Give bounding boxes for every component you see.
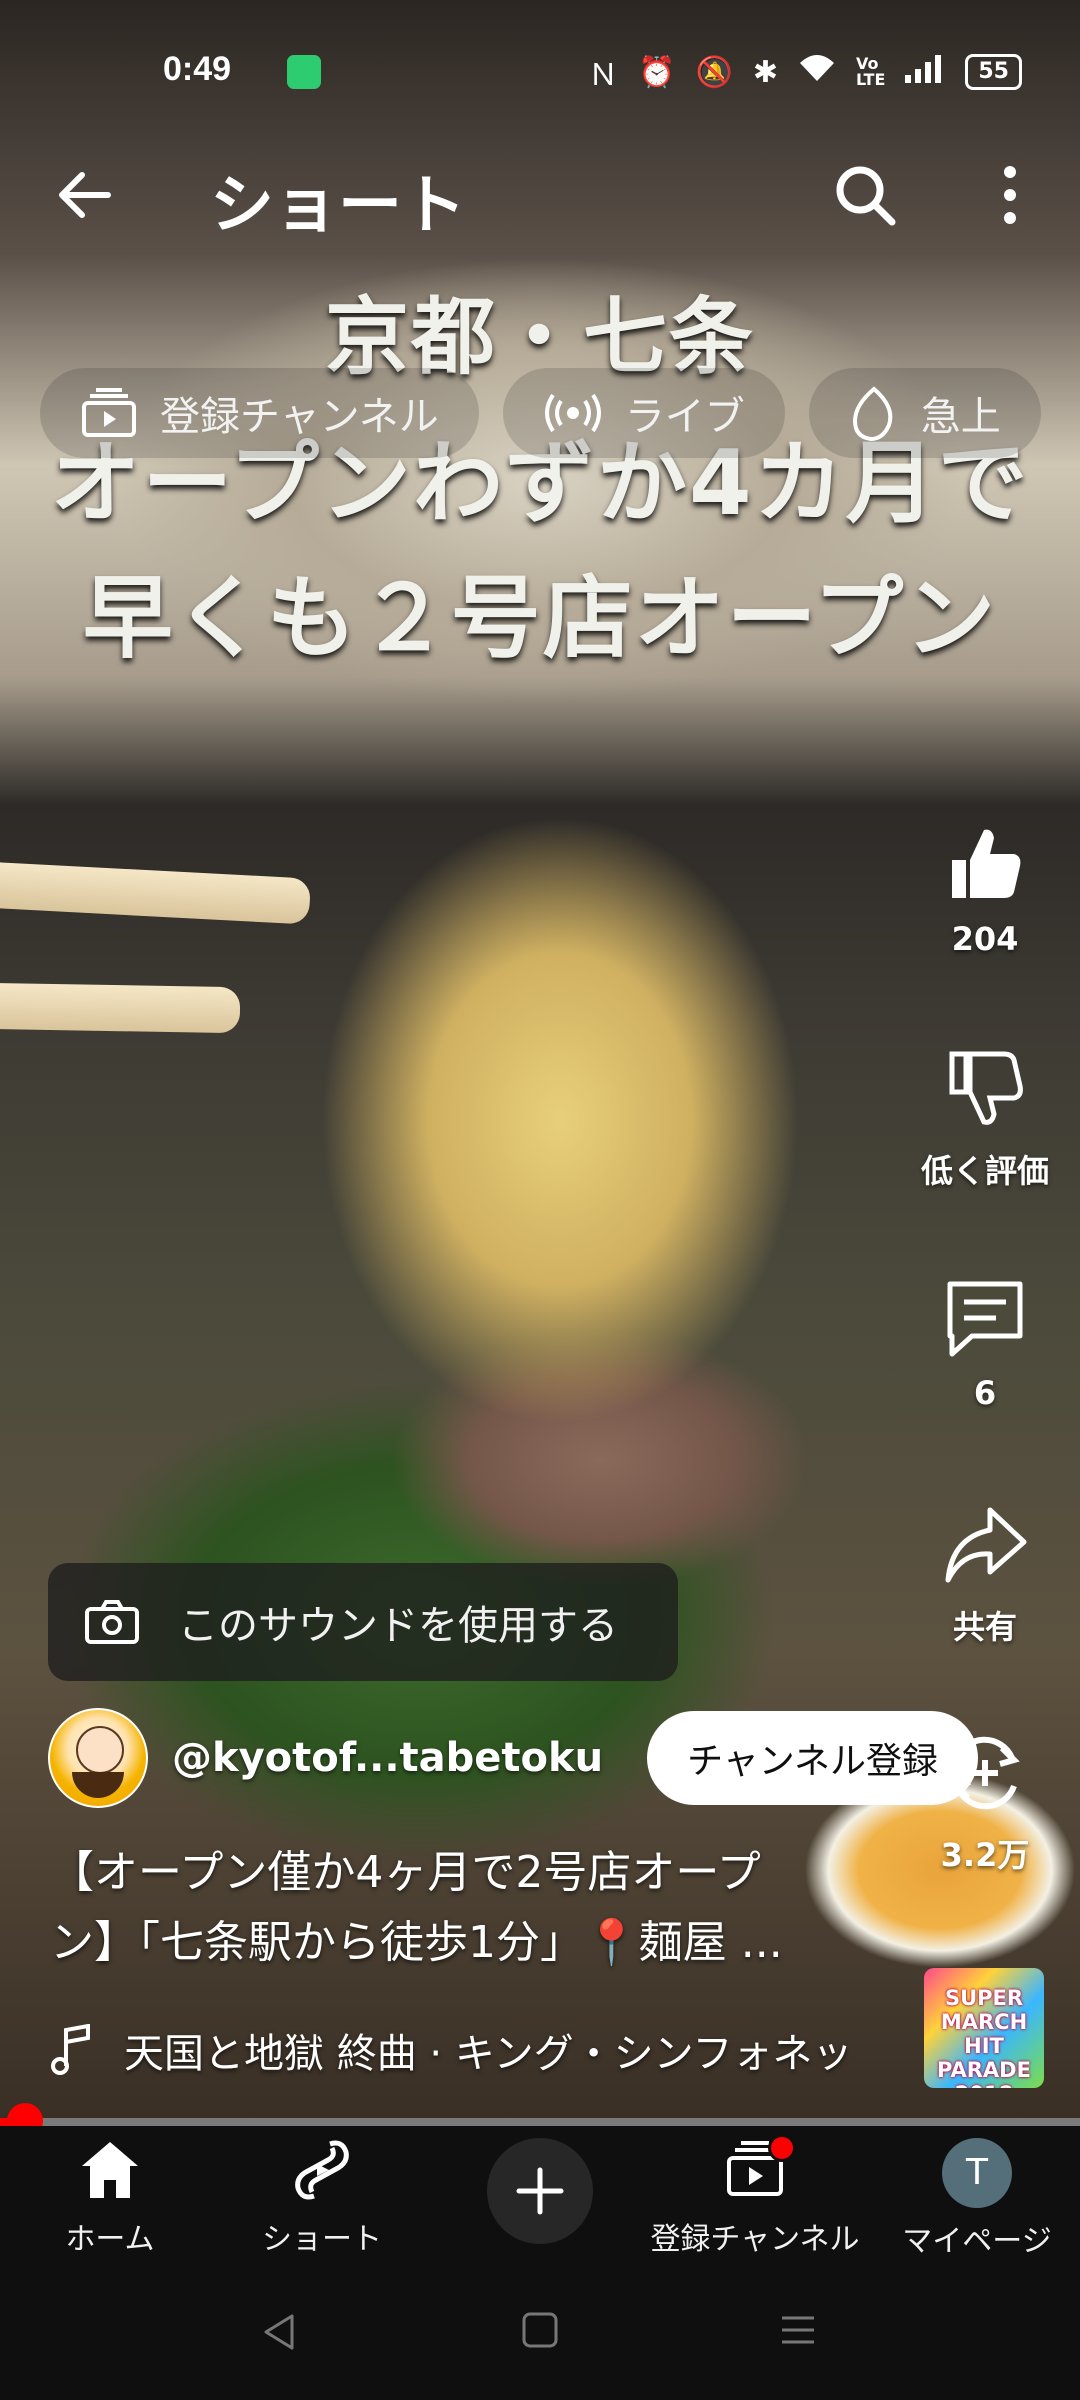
system-recents-icon[interactable] [778,2310,818,2350]
camera-icon [85,1600,139,1644]
chip-subscriptions[interactable]: 登録チャンネル [40,368,479,458]
volte-icon: Vo LTE [855,54,886,89]
comment-icon [947,1281,1023,1357]
more-options-button[interactable] [990,160,1030,230]
share-button[interactable]: 共有 [920,1502,1050,1648]
page-title: ショート [210,169,466,243]
nav-label: 登録チャンネル [650,2222,860,2257]
signal-icon [905,53,945,91]
chopstick-graphic [0,861,311,925]
comments-button[interactable]: 6 [920,1274,1050,1412]
use-sound-button[interactable]: このサウンドを使用する [48,1563,678,1681]
thumb-up-icon [952,829,1021,898]
nav-label: ホーム [65,2222,155,2257]
video-overlay-line3: 早くも２号店オープン [82,566,998,671]
mute-icon: 🔕 [695,54,733,90]
nfc-icon: Ｎ [588,58,619,93]
video-title-line2: ン】「七条駅から徒歩1分」📍麺屋 ... [50,1917,783,1968]
progress-bar[interactable] [0,2118,1080,2126]
thumb-down-icon [949,1051,1023,1125]
trending-icon [852,386,893,441]
music-row[interactable]: 天国と地獄 終曲 · キング・シンフォネッ [50,2015,930,2085]
battery-icon: 55 [965,54,1022,90]
nav-shorts[interactable]: ショート [252,2138,392,2258]
wifi-icon [798,53,836,91]
dislike-button[interactable]: 低く評価 [920,1046,1050,1192]
back-button[interactable] [50,160,120,230]
like-count: 204 [951,920,1019,958]
subscribe-button[interactable]: チャンネル登録 [647,1711,979,1805]
channel-row: @kyotof...tabetoku チャンネル登録 [48,1708,1048,1808]
shorts-icon [295,2140,349,2200]
album-art-text: SUPER MARCH HIT PARADE 2018 [937,1986,1031,2088]
nav-home[interactable]: ホーム [40,2138,180,2258]
avatar-icon: T [942,2138,1012,2208]
chip-live[interactable]: ライブ [502,368,785,458]
chopstick-graphic [0,982,241,1034]
avatar-bowl-graphic [72,1772,124,1798]
comment-count: 6 [973,1374,997,1412]
video-title-line1: 【オープン僅か4ヶ月で2号店オープ [50,1847,761,1898]
nav-label: ショート [262,2222,382,2257]
music-note-icon [51,2024,90,2075]
chip-label: ライブ [624,394,745,440]
subscriptions-icon [82,388,136,437]
new-content-dot [768,2134,796,2162]
chip-trending[interactable]: 急上 [808,368,1041,458]
album-art-thumbnail[interactable]: SUPER MARCH HIT PARADE 2018 [924,1968,1044,2088]
search-button[interactable] [830,160,900,230]
system-back-icon[interactable] [258,2310,302,2354]
live-icon [544,393,601,433]
app-bar: ショート [0,140,1080,250]
remix-count: 3.2万 [940,1836,1030,1874]
avatar-face-graphic [76,1726,124,1774]
create-plus-icon [516,2167,564,2215]
status-bar: 0:49 Ｎ ⏰ 🔕 ✱ Vo LTE 55 [0,0,1080,140]
search-icon [836,166,896,226]
arrow-left-icon [59,172,111,218]
nav-my-page[interactable]: T マイページ [897,2138,1057,2260]
feed-chip-row: 登録チャンネル ライブ 急上 [40,365,1080,461]
like-button[interactable]: 204 [920,820,1050,958]
nav-label: マイページ [902,2224,1052,2259]
more-vertical-icon [1004,166,1016,224]
bluetooth-icon: ✱ [752,54,778,90]
dislike-label: 低く評価 [920,1152,1049,1190]
music-track-title: 天国と地獄 終曲 · キング・シンフォネッ [124,2031,853,2077]
share-label: 共有 [952,1608,1017,1646]
chip-label: 急上 [920,394,1001,440]
system-navigation-bar [0,2266,1080,2400]
video-title[interactable]: 【オープン僅か4ヶ月で2号店オープ ン】「七条駅から徒歩1分」📍麺屋 ... [50,1838,880,1978]
create-button[interactable] [487,2138,593,2244]
channel-avatar[interactable] [48,1708,148,1808]
use-sound-label: このサウンドを使用する [178,1603,618,1649]
status-time: 0:49 [163,50,232,88]
channel-handle[interactable]: @kyotof...tabetoku [172,1735,603,1781]
share-icon [945,1507,1027,1583]
nav-subscriptions[interactable]: 登録チャンネル [650,2134,860,2258]
bottom-navigation: ホーム ショート 登録チャンネル T マイページ [0,2126,1080,2266]
battery-saver-icon [287,55,321,89]
home-icon [82,2142,138,2198]
chip-label: 登録チャンネル [160,394,439,440]
alarm-icon: ⏰ [638,54,676,90]
system-home-icon[interactable] [520,2310,560,2350]
status-icons: Ｎ ⏰ 🔕 ✱ Vo LTE 55 [588,50,1022,94]
